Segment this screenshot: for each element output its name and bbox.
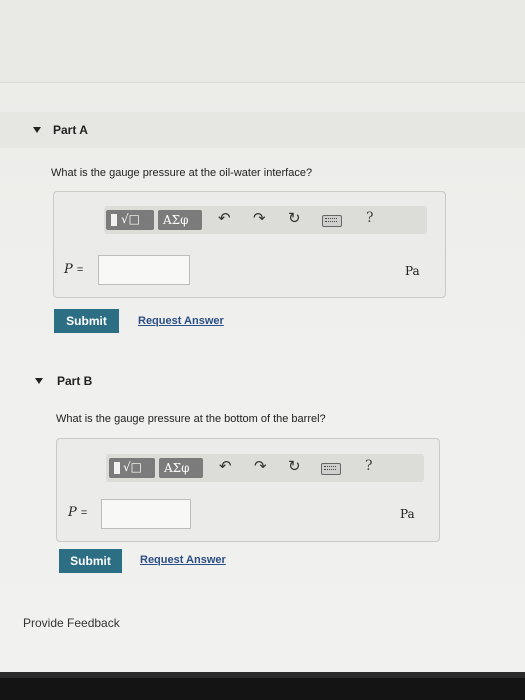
- part-b-header[interactable]: Part B: [0, 364, 525, 400]
- symbols-button[interactable]: ΑΣφ: [158, 210, 202, 230]
- radical-icon: √□: [121, 212, 140, 226]
- top-band: [0, 0, 525, 82]
- undo-icon[interactable]: ↶: [219, 457, 232, 475]
- keyboard-icon[interactable]: [322, 215, 342, 227]
- greek-symbols-icon: ΑΣφ: [164, 461, 190, 475]
- greek-symbols-icon: ΑΣφ: [163, 213, 189, 227]
- part-a-answer-box: √□ ΑΣφ ↶ ↷ ↻ ? P = Pa: [53, 191, 446, 298]
- help-icon[interactable]: ?: [365, 458, 373, 474]
- template-box-icon: [114, 462, 120, 474]
- collapse-caret-icon[interactable]: [35, 378, 43, 384]
- part-a-title: Part A: [53, 123, 88, 137]
- redo-icon[interactable]: ↷: [253, 209, 266, 227]
- provide-feedback-link[interactable]: Provide Feedback: [23, 616, 120, 630]
- reset-icon[interactable]: ↻: [288, 209, 301, 227]
- symbols-button[interactable]: ΑΣφ: [159, 458, 203, 478]
- equals-sign: =: [76, 264, 84, 276]
- part-b-title: Part B: [57, 374, 93, 388]
- part-b-variable-label: P =: [68, 505, 87, 520]
- undo-icon[interactable]: ↶: [218, 209, 231, 227]
- keyboard-icon[interactable]: [321, 463, 341, 475]
- page: Part A What is the gauge pressure at the…: [0, 0, 525, 672]
- radical-icon: √□: [123, 460, 142, 474]
- part-b-question: What is the gauge pressure at the bottom…: [56, 413, 326, 425]
- redo-icon[interactable]: ↷: [254, 457, 267, 475]
- templates-button[interactable]: √□: [109, 458, 155, 478]
- screen-bezel: [0, 672, 525, 700]
- part-a-variable-label: P =: [64, 262, 83, 277]
- part-a-question: What is the gauge pressure at the oil-wa…: [51, 167, 313, 179]
- reset-icon[interactable]: ↻: [288, 457, 301, 475]
- part-b-submit-button[interactable]: Submit: [59, 549, 122, 573]
- template-box-icon: [111, 214, 117, 226]
- part-b-unit: Pa: [400, 507, 415, 521]
- divider: [0, 82, 525, 83]
- part-a-submit-button[interactable]: Submit: [54, 309, 119, 333]
- part-b-request-answer-link[interactable]: Request Answer: [140, 554, 226, 566]
- part-a-pressure-input[interactable]: [98, 255, 190, 285]
- help-icon[interactable]: ?: [366, 210, 374, 226]
- variable-symbol: P: [64, 262, 73, 277]
- collapse-caret-icon[interactable]: [33, 127, 41, 133]
- part-a-math-toolbar: √□ ΑΣφ ↶ ↷ ↻ ?: [104, 206, 427, 234]
- part-a-request-answer-link[interactable]: Request Answer: [138, 315, 224, 327]
- part-b-math-toolbar: √□ ΑΣφ ↶ ↷ ↻ ?: [106, 454, 424, 482]
- part-a-header[interactable]: Part A: [0, 112, 525, 148]
- templates-button[interactable]: √□: [106, 210, 154, 230]
- variable-symbol: P: [68, 505, 77, 520]
- part-b-answer-box: √□ ΑΣφ ↶ ↷ ↻ ? P = Pa: [56, 438, 440, 542]
- part-a-unit: Pa: [405, 264, 420, 278]
- part-b-pressure-input[interactable]: [101, 499, 191, 529]
- equals-sign: =: [80, 507, 88, 519]
